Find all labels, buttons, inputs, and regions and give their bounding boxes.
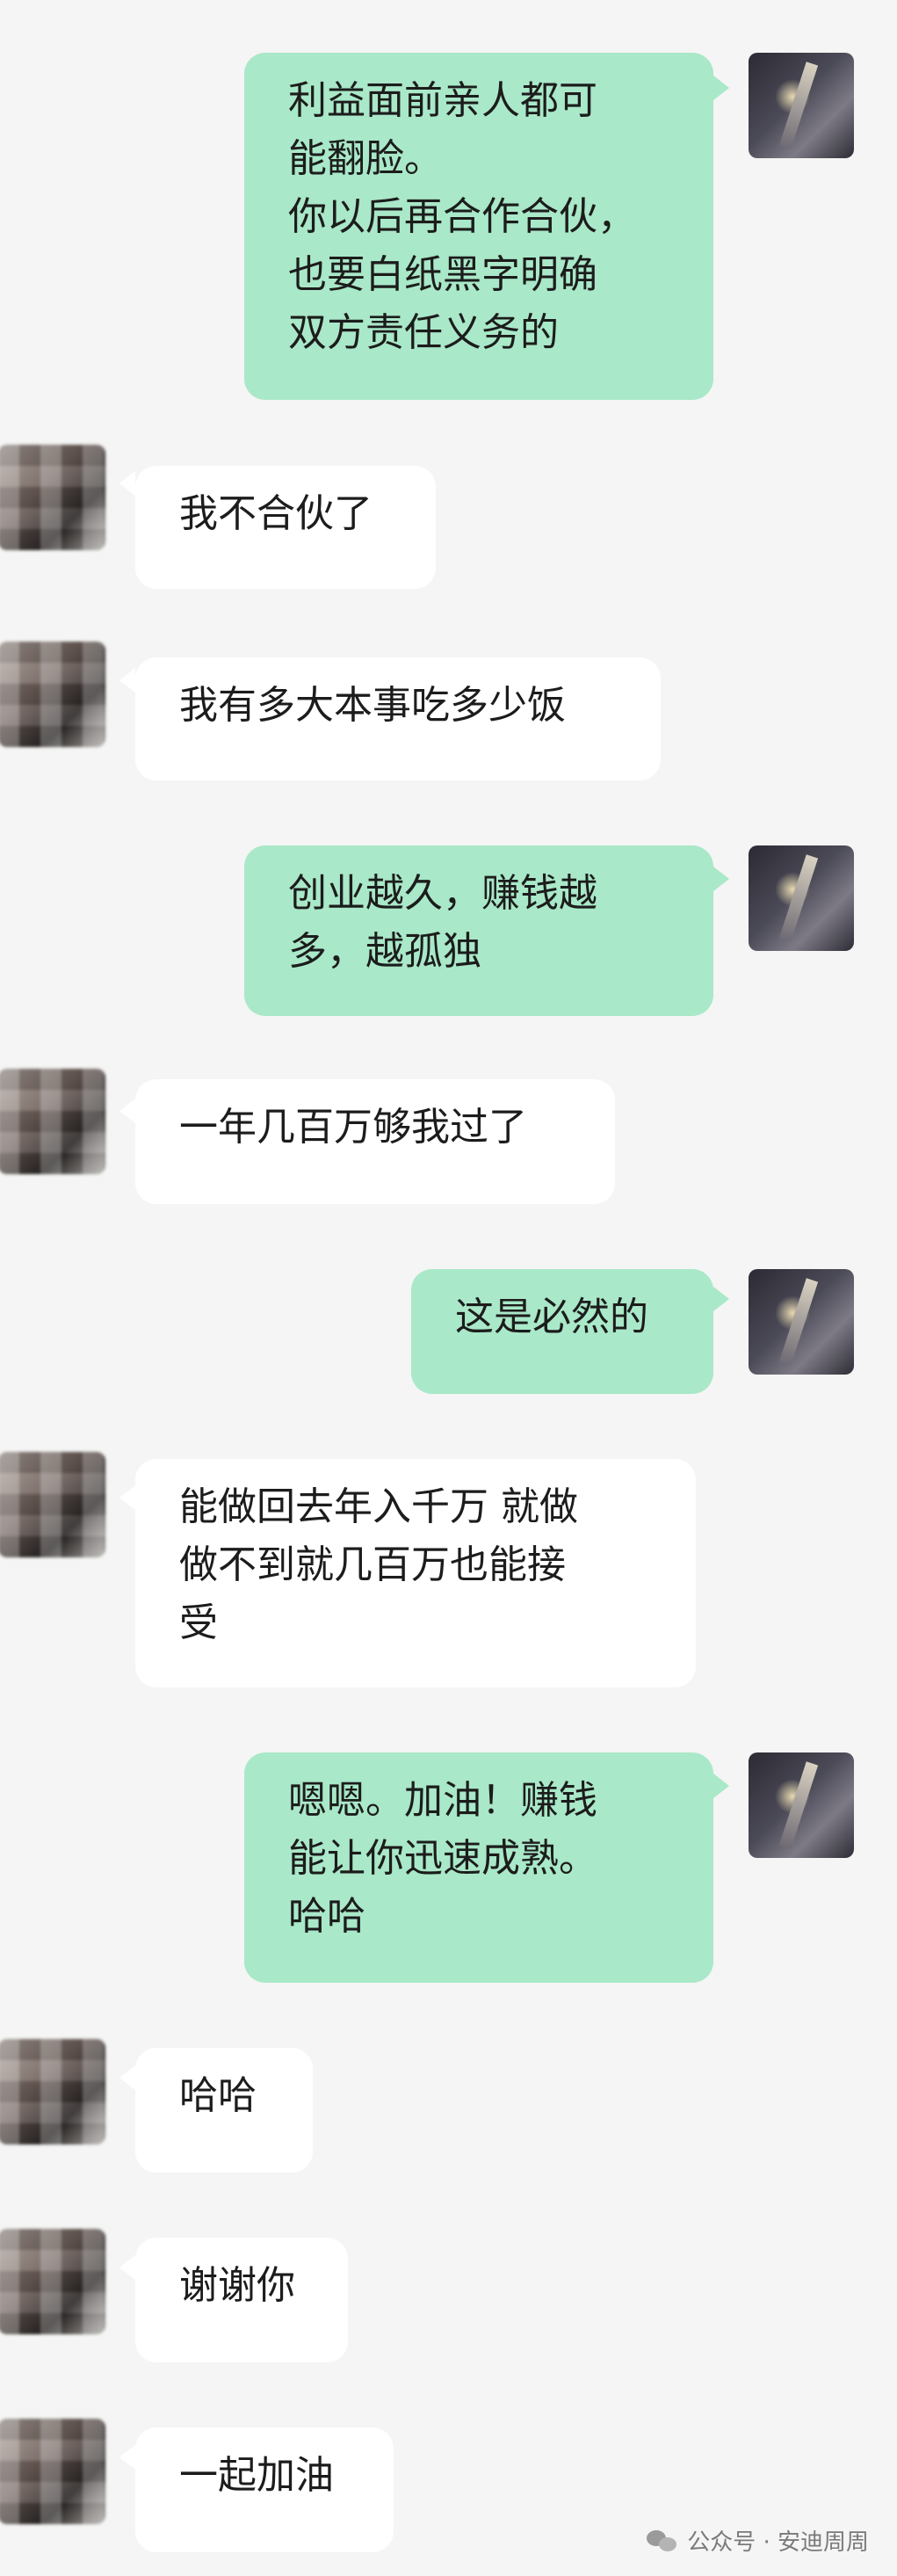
message-bubble-received[interactable]: 一年几百万够我过了 — [135, 1079, 615, 1204]
bubble-tail — [713, 1774, 729, 1798]
contact-avatar[interactable] — [0, 445, 105, 550]
bubble-tail — [119, 2255, 135, 2280]
bubble-tail — [119, 668, 135, 693]
bubble-tail — [713, 76, 729, 100]
bubble-tail — [119, 1485, 135, 1510]
bubble-tail — [119, 471, 135, 496]
my-avatar[interactable] — [749, 1752, 854, 1858]
contact-avatar[interactable] — [0, 2229, 105, 2334]
contact-avatar[interactable] — [0, 1452, 105, 1557]
message-bubble-sent[interactable]: 这是必然的 — [411, 1269, 713, 1394]
chat-area: 利益面前亲人都可 能翻脸。 你以后再合作合伙， 也要白纸黑字明确 双方责任义务的… — [0, 0, 897, 2576]
watermark-text: 公众号 · 安迪周周 — [687, 2529, 869, 2556]
message-bubble-sent[interactable]: 创业越久，赚钱越 多，越孤独 — [244, 845, 713, 1016]
message-bubble-sent[interactable]: 嗯嗯。加油！赚钱 能让你迅速成熟。 哈哈 — [244, 1752, 713, 1983]
message-bubble-received[interactable]: 我不合伙了 — [135, 466, 436, 589]
contact-avatar[interactable] — [0, 2039, 105, 2144]
bubble-tail — [119, 1099, 135, 1123]
wechat-icon — [647, 2529, 678, 2553]
contact-avatar[interactable] — [0, 1069, 105, 1174]
message-bubble-received[interactable]: 哈哈 — [135, 2048, 313, 2173]
contact-avatar[interactable] — [0, 2419, 105, 2524]
message-bubble-sent[interactable]: 利益面前亲人都可 能翻脸。 你以后再合作合伙， 也要白纸黑字明确 双方责任义务的 — [244, 53, 713, 400]
bubble-tail — [119, 2065, 135, 2090]
message-bubble-received[interactable]: 一起加油 — [135, 2427, 394, 2552]
message-bubble-received[interactable]: 我有多大本事吃多少饭 — [135, 657, 661, 780]
message-bubble-received[interactable]: 谢谢你 — [135, 2238, 348, 2362]
bubble-tail — [713, 867, 729, 891]
my-avatar[interactable] — [749, 845, 854, 951]
my-avatar[interactable] — [749, 53, 854, 158]
contact-avatar[interactable] — [0, 642, 105, 747]
watermark: 公众号 · 安迪周周 — [647, 2524, 869, 2557]
bubble-tail — [119, 2445, 135, 2470]
message-bubble-received[interactable]: 能做回去年入千万 就做 做不到就几百万也能接 受 — [135, 1459, 696, 1687]
my-avatar[interactable] — [749, 1269, 854, 1375]
bubble-tail — [713, 1287, 729, 1311]
